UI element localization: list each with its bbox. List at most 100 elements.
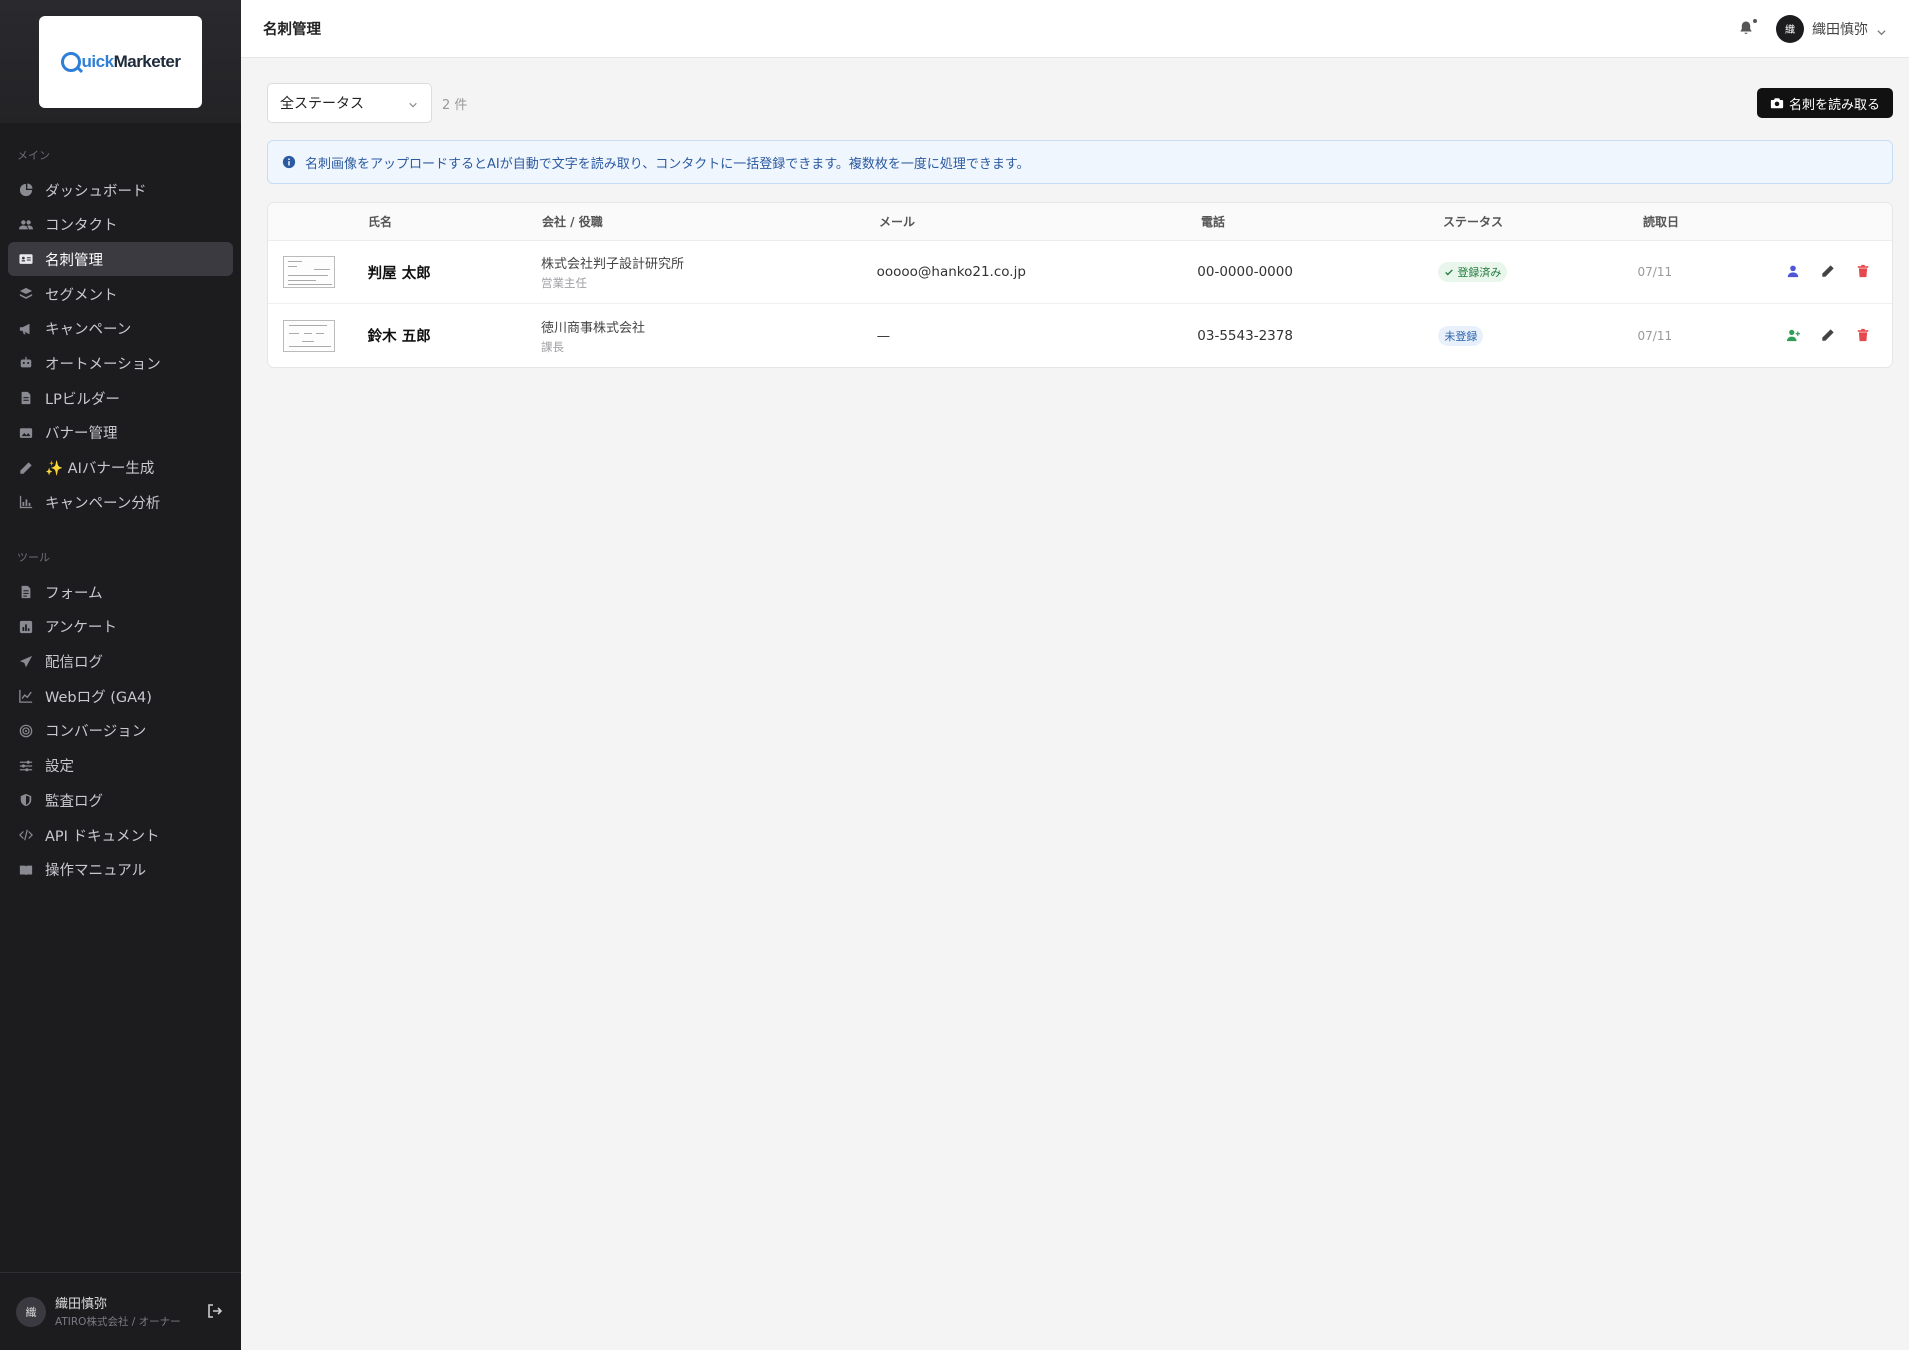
sidebar-item-surveys[interactable]: アンケート bbox=[8, 610, 233, 644]
header-name[interactable]: 氏名 bbox=[368, 213, 542, 230]
camera-icon bbox=[1770, 96, 1784, 110]
pencil-icon bbox=[19, 461, 33, 475]
sidebar-item-label: LPビルダー bbox=[45, 391, 120, 408]
bar-chart-icon bbox=[19, 495, 33, 509]
robot-icon bbox=[19, 356, 33, 370]
row-actions bbox=[1767, 264, 1892, 280]
scan-card-button[interactable]: 名刺を読み取る bbox=[1756, 88, 1893, 118]
users-icon bbox=[19, 218, 33, 232]
header-tel[interactable]: 電話 bbox=[1201, 213, 1443, 230]
main-area: 名刺管理 織 織田慎弥 全ステータス 2 件 名刺を読み取る 名刺画像をアップロ… bbox=[241, 0, 1909, 1350]
layers-icon bbox=[19, 287, 33, 301]
sidebar-item-settings[interactable]: 設定 bbox=[8, 749, 233, 783]
card-thumbnail-cell bbox=[268, 319, 368, 352]
logo-text-marketer: Marketer bbox=[113, 51, 181, 71]
sidebar-item-business-cards[interactable]: 名刺管理 bbox=[8, 242, 233, 277]
status-filter-value: 全ステータス bbox=[280, 96, 364, 112]
header-company[interactable]: 会社 / 役職 bbox=[542, 213, 879, 230]
card-thumbnail[interactable] bbox=[283, 256, 335, 288]
view-contact-icon[interactable] bbox=[1786, 264, 1802, 280]
line-chart-icon bbox=[19, 689, 33, 704]
sidebar-item-ai-banner[interactable]: ✨ AIバナー生成 bbox=[8, 451, 233, 485]
book-icon bbox=[19, 863, 33, 877]
delete-trash-icon[interactable] bbox=[1856, 328, 1872, 344]
chevron-down-icon bbox=[408, 98, 419, 109]
sidebar-item-label: キャンペーン分析 bbox=[45, 495, 161, 512]
status-badge-label: 未登録 bbox=[1444, 329, 1478, 343]
edit-pencil-icon[interactable] bbox=[1821, 328, 1837, 344]
sidebar-item-manual[interactable]: 操作マニュアル bbox=[8, 853, 233, 887]
user-avatar[interactable]: 織 bbox=[1776, 14, 1804, 43]
sidebar-item-audit-log[interactable]: 監査ログ bbox=[8, 783, 233, 817]
sidebar-item-delivery-log[interactable]: 配信ログ bbox=[8, 645, 233, 679]
info-banner-text: 名刺画像をアップロードするとAIが自動で文字を読み取り、コンタクトに一括登録でき… bbox=[305, 156, 1030, 172]
contact-name: 鈴木 五郎 bbox=[367, 329, 431, 345]
sidebar-item-api-docs[interactable]: API ドキュメント bbox=[8, 818, 233, 852]
header-date[interactable]: 読取日 bbox=[1643, 213, 1773, 230]
job-title: 営業主任 bbox=[540, 276, 587, 290]
sidebar-item-campaign-analytics[interactable]: キャンペーン分析 bbox=[8, 485, 233, 519]
toolbar-left: 全ステータス 2 件 bbox=[267, 83, 467, 123]
delete-trash-icon[interactable] bbox=[1856, 264, 1872, 280]
sidebar-item-label: バナー管理 bbox=[45, 426, 118, 443]
logo[interactable]: uick Marketer bbox=[39, 15, 202, 108]
card-thumbnail-cell bbox=[268, 256, 368, 288]
info-icon bbox=[282, 155, 296, 169]
row-actions bbox=[1767, 328, 1892, 344]
header-mail[interactable]: メール bbox=[879, 213, 1201, 230]
sidebar-item-campaigns[interactable]: キャンペーン bbox=[8, 312, 233, 346]
sidebar-item-label: 配信ログ bbox=[45, 655, 103, 672]
sidebar-item-label: 名刺管理 bbox=[45, 252, 103, 269]
sidebar-item-contacts[interactable]: コンタクト bbox=[8, 208, 233, 242]
status-badge: 登録済み bbox=[1438, 262, 1508, 282]
logo-area: uick Marketer bbox=[0, 0, 241, 123]
avatar: 織 bbox=[16, 1296, 46, 1327]
status-cell: 未登録 bbox=[1438, 325, 1637, 346]
sidebar-item-label: 監査ログ bbox=[45, 793, 103, 810]
sidebar-item-banners[interactable]: バナー管理 bbox=[8, 416, 233, 450]
sidebar-item-label: 操作マニュアル bbox=[45, 863, 147, 880]
scan-card-button-label: 名刺を読み取る bbox=[1788, 97, 1880, 113]
sidebar-item-label: コンタクト bbox=[45, 218, 118, 235]
poll-icon bbox=[19, 620, 33, 634]
company-name: 徳川商事株式会社 bbox=[540, 320, 645, 336]
nav-section-main: メイン bbox=[17, 149, 50, 162]
sidebar-item-label: 設定 bbox=[45, 759, 74, 776]
user-menu-name[interactable]: 織田慎弥 bbox=[1812, 19, 1868, 39]
logout-icon[interactable] bbox=[207, 1303, 225, 1321]
sidebar-item-dashboard[interactable]: ダッシュボード bbox=[8, 173, 233, 207]
email: — bbox=[876, 327, 891, 344]
sidebar-item-label: セグメント bbox=[45, 287, 118, 304]
chevron-down-icon[interactable] bbox=[1876, 23, 1887, 36]
sidebar-item-segments[interactable]: セグメント bbox=[8, 277, 233, 311]
company-name: 株式会社判子設計研究所 bbox=[540, 257, 684, 272]
sidebar-item-label: オートメーション bbox=[45, 356, 161, 373]
footer-user-org: ATIRO株式会社 / オーナー bbox=[55, 1316, 181, 1329]
status-badge-label: 登録済み bbox=[1457, 266, 1502, 279]
sidebar-item-conversion[interactable]: コンバージョン bbox=[8, 714, 233, 748]
sidebar-item-label: アンケート bbox=[45, 620, 117, 637]
status-filter-select[interactable]: 全ステータス bbox=[267, 83, 432, 123]
sidebar-user-footer: 織 織田慎弥 ATIRO株式会社 / オーナー bbox=[0, 1272, 241, 1350]
job-title: 課長 bbox=[540, 339, 564, 354]
table-row[interactable]: 鈴木 五郎 徳川商事株式会社 課長 — 03-5543-2378 未登録 07/… bbox=[268, 304, 1892, 367]
top-bar: 名刺管理 織 織田慎弥 bbox=[241, 0, 1909, 58]
edit-pencil-icon[interactable] bbox=[1821, 264, 1837, 280]
file-icon bbox=[19, 391, 33, 405]
sidebar-item-forms[interactable]: フォーム bbox=[8, 575, 233, 609]
nav-section-tools: ツール bbox=[17, 551, 50, 565]
sidebar-item-lp-builder[interactable]: LPビルダー bbox=[8, 381, 233, 415]
bell-icon[interactable] bbox=[1738, 18, 1757, 38]
notification-dot bbox=[1753, 18, 1757, 23]
topbar-actions: 織 織田慎弥 bbox=[1738, 14, 1887, 43]
sidebar-item-web-log[interactable]: Webログ (GA4) bbox=[8, 679, 233, 713]
table-row[interactable]: 判屋 太郎 株式会社判子設計研究所 営業主任 ooooo@hanko21.co.… bbox=[268, 241, 1892, 304]
phone: 03-5543-2378 bbox=[1197, 327, 1293, 344]
sidebar-item-label: コンバージョン bbox=[45, 724, 147, 741]
card-thumbnail[interactable] bbox=[283, 319, 335, 352]
form-icon bbox=[19, 585, 33, 599]
status-cell: 登録済み bbox=[1438, 262, 1637, 282]
add-contact-icon[interactable] bbox=[1786, 328, 1802, 344]
sidebar-item-automation[interactable]: オートメーション bbox=[8, 346, 233, 380]
header-status[interactable]: ステータス bbox=[1443, 213, 1643, 230]
